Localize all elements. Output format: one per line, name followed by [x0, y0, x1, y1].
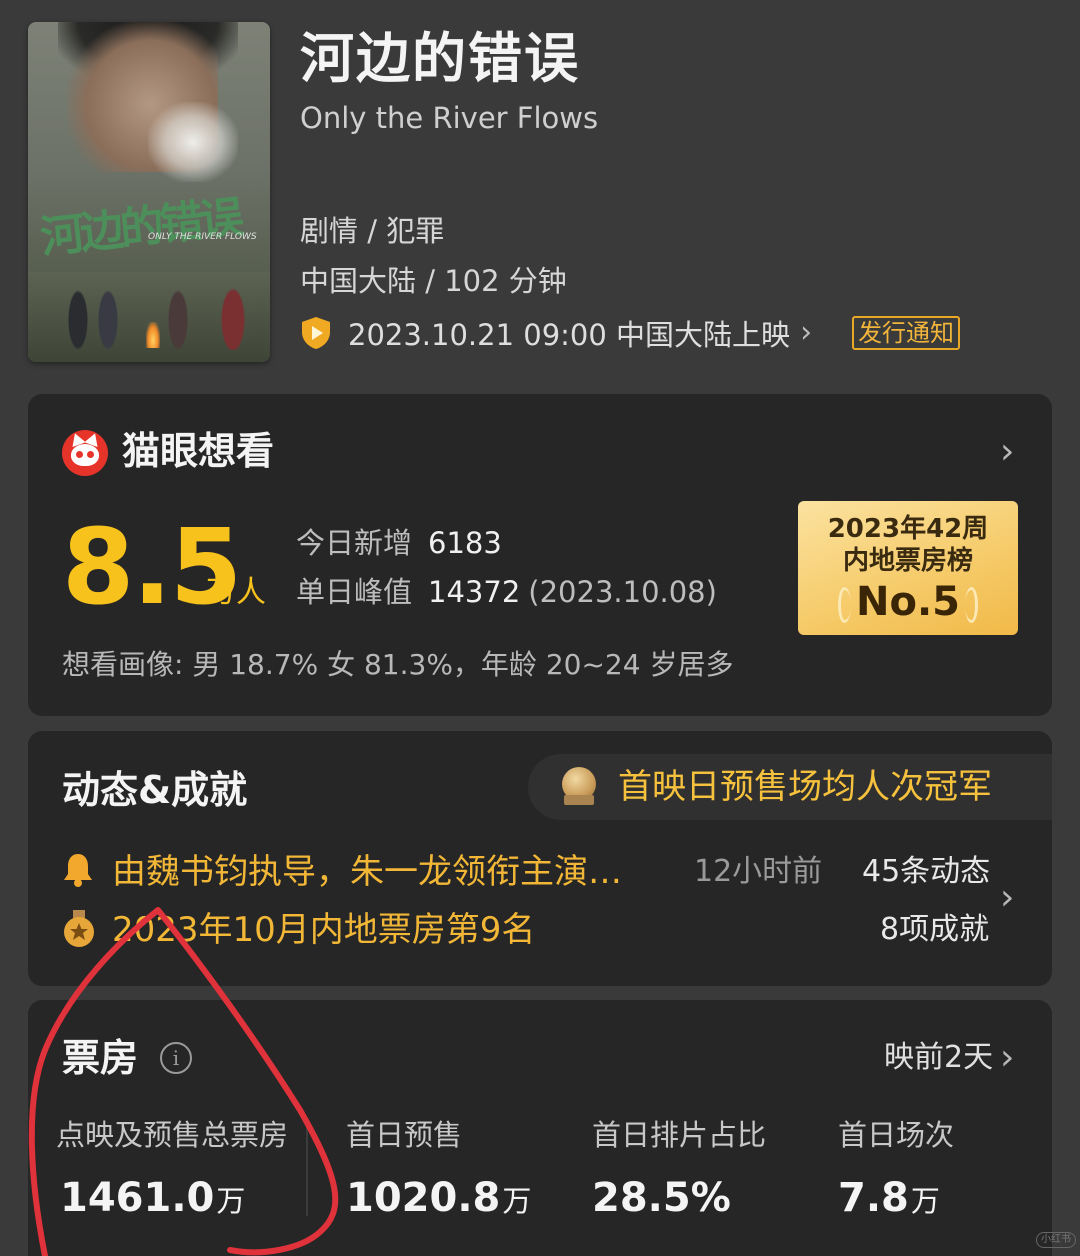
- latest-achievement-text[interactable]: 2023年10月内地票房第9名: [112, 908, 535, 952]
- poster-title-art: 河边的错误: [37, 191, 243, 264]
- shield-play-icon: [302, 317, 330, 349]
- dynamics-title: 动态&成就: [62, 768, 248, 812]
- news-count: 45条动态: [862, 854, 991, 889]
- peak-label: 单日峰值: [296, 575, 413, 609]
- metric-label-first-day-screenings: 首日场次: [838, 1118, 955, 1152]
- rank-list-name: 内地票房榜: [842, 546, 973, 576]
- poster-title-en: ONLY THE RIVER FLOWS: [148, 232, 257, 242]
- chevron-right-icon: ›: [800, 315, 813, 350]
- peak-row: 单日峰值 14372 (2023.10.08): [296, 573, 717, 611]
- latest-news-time: 12小时前: [694, 854, 823, 889]
- metric-value-first-day-presale: 1020.8万: [346, 1175, 532, 1221]
- today-new-value: 6183: [428, 526, 502, 560]
- chevron-right-icon[interactable]: ›: [1000, 1040, 1014, 1076]
- release-date-text: 2023.10.21 09:00 中国大陆上映: [348, 318, 791, 352]
- want-to-see-title: 猫眼想看: [122, 429, 275, 473]
- metric-label-first-day-share: 首日排片占比: [592, 1118, 767, 1152]
- metric-value-first-day-share: 28.5%: [592, 1175, 731, 1221]
- poster-fire: [146, 322, 160, 348]
- wreath-right-icon: [965, 587, 978, 623]
- poster-smoke: [148, 102, 238, 182]
- info-icon[interactable]: i: [160, 1042, 192, 1074]
- movie-title: 河边的错误: [300, 27, 580, 90]
- metric-value-first-day-screenings: 7.8万: [838, 1175, 940, 1221]
- movie-genre: 剧情 / 犯罪: [300, 214, 445, 248]
- release-row[interactable]: 2023.10.21 09:00 中国大陆上映 › 发行通知: [300, 312, 961, 354]
- metric-label-first-day-presale: 首日预售: [346, 1118, 463, 1152]
- achievement-medal-icon: [64, 910, 94, 947]
- rank-week: 2023年42周: [827, 514, 989, 544]
- achievement-highlight-text: 首映日预售场均人次冠军: [618, 767, 992, 807]
- achievement-count: 8项成就: [880, 912, 990, 947]
- achievement-highlight[interactable]: 首映日预售场均人次冠军: [528, 754, 1052, 820]
- want-count-unit: 万人: [206, 575, 266, 610]
- peak-date: (2023.10.08): [528, 575, 717, 609]
- movie-region-duration: 中国大陆 / 102 分钟: [300, 264, 567, 298]
- medal-icon: [554, 765, 604, 809]
- peak-value: 14372: [428, 575, 521, 609]
- audience-portrait: 想看画像: 男 18.7% 女 81.3%，年龄 20~24 岁居多: [62, 648, 734, 681]
- latest-news-text[interactable]: 由魏书钧执导，朱一龙领衔主演…: [112, 850, 622, 894]
- metric-value-total-presale: 1461.0万: [60, 1175, 246, 1221]
- today-new-label: 今日新增: [296, 526, 413, 560]
- metric-label-total-presale: 点映及预售总票房: [56, 1118, 289, 1152]
- box-office-title: 票房: [62, 1036, 139, 1080]
- chevron-right-icon[interactable]: ›: [1000, 434, 1014, 470]
- movie-english-title: Only the River Flows: [300, 101, 599, 135]
- rank-value: No.5: [856, 579, 960, 625]
- today-new-row: 今日新增 6183: [296, 524, 502, 562]
- watermark: 小红书: [1036, 1232, 1076, 1248]
- release-notice-button[interactable]: 发行通知: [852, 316, 961, 350]
- box-office-rank-badge[interactable]: 2023年42周 内地票房榜 No.5: [798, 501, 1018, 635]
- maoyan-cat-icon: [62, 430, 108, 476]
- movie-poster[interactable]: 河边的错误 ONLY THE RIVER FLOWS: [28, 22, 270, 362]
- metric-divider: [306, 1126, 308, 1216]
- chevron-right-icon[interactable]: ›: [1000, 880, 1014, 916]
- presale-days[interactable]: 映前2天: [884, 1038, 993, 1078]
- bell-icon: [64, 854, 92, 887]
